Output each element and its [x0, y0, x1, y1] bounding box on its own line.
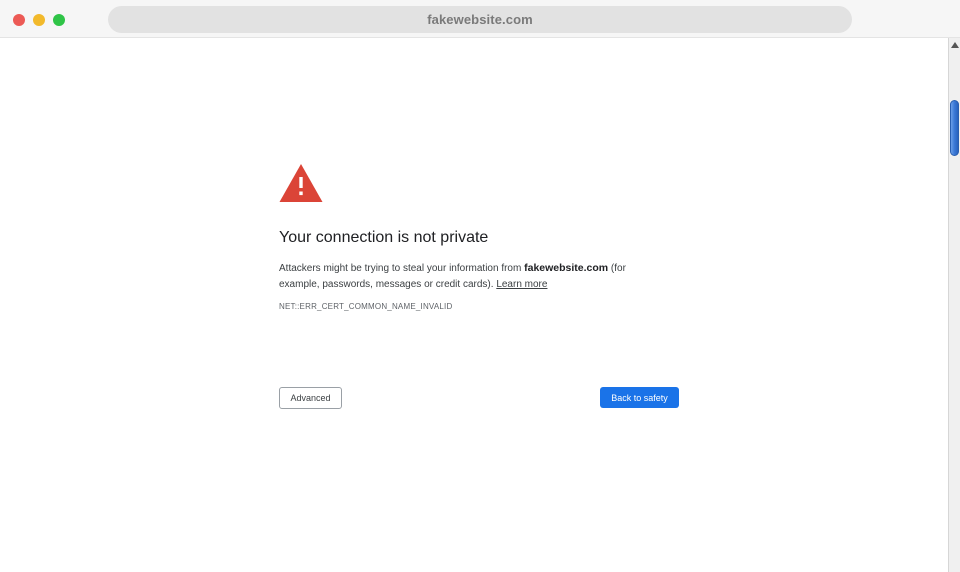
title-bar: fakewebsite.com: [0, 0, 960, 38]
address-bar[interactable]: fakewebsite.com: [108, 6, 852, 33]
back-to-safety-button[interactable]: Back to safety: [600, 387, 679, 408]
zoom-window-button[interactable]: [53, 14, 65, 26]
vertical-scrollbar[interactable]: [948, 38, 960, 572]
advanced-button[interactable]: Advanced: [279, 387, 342, 409]
error-code: NET::ERR_CERT_COMMON_NAME_INVALID: [279, 302, 453, 311]
address-text: fakewebsite.com: [427, 12, 533, 27]
page-title: Your connection is not private: [279, 229, 489, 246]
warning-triangle-icon: [279, 164, 323, 202]
site-name: fakewebsite.com: [524, 262, 609, 274]
description-text-start: Attackers might be trying to steal your …: [279, 263, 525, 274]
warning-description: Attackers might be trying to steal your …: [279, 260, 659, 293]
minimize-window-button[interactable]: [33, 14, 45, 26]
browser-window: fakewebsite.com Your connection is not p…: [0, 0, 960, 572]
page-viewport: Your connection is not private Attackers…: [0, 38, 948, 572]
scroll-up-arrow-icon[interactable]: [951, 42, 959, 48]
scrollbar-thumb[interactable]: [950, 100, 959, 156]
close-window-button[interactable]: [13, 14, 25, 26]
learn-more-link[interactable]: Learn more: [496, 279, 547, 290]
